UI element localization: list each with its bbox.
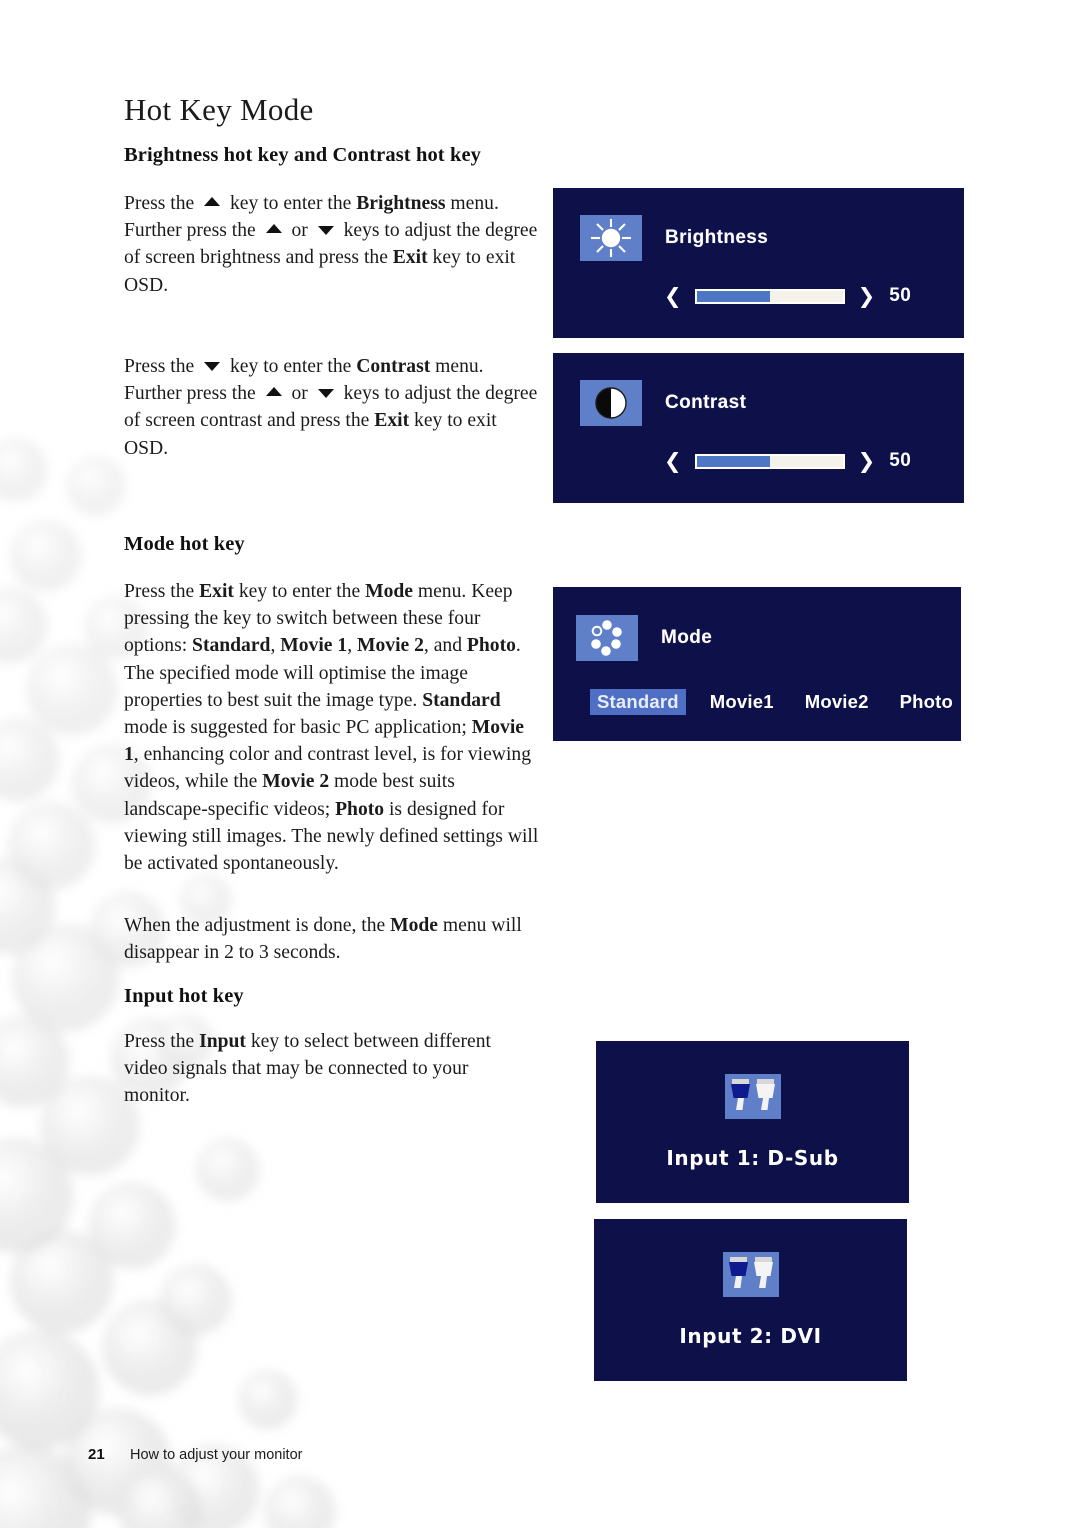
section-heading-input-hot-key: Input hot key [124, 985, 244, 1007]
slider-decrease-chevron-icon[interactable]: ❮ [664, 451, 682, 472]
page-title: Hot Key Mode [124, 92, 314, 127]
contrast-slider-fill [696, 455, 770, 467]
arrow-down-icon [317, 226, 334, 236]
video-connectors-icon [724, 1074, 781, 1119]
arrow-up-icon [204, 197, 221, 206]
mode-option-movie1[interactable]: Movie1 [703, 689, 781, 715]
mode-dots-icon [576, 615, 638, 661]
mode-option-photo[interactable]: Photo [893, 689, 960, 715]
osd-panel-mode: Mode Standard Movie1 Movie2 Photo [553, 587, 961, 741]
mode-option-movie2[interactable]: Movie2 [798, 689, 876, 715]
contrast-value: 50 [889, 450, 912, 471]
footer-chapter-title: How to adjust your monitor [130, 1447, 303, 1463]
osd-label-contrast: Contrast [665, 392, 747, 413]
video-connectors-icon [722, 1252, 779, 1297]
mode-option-standard[interactable]: Standard [590, 689, 686, 715]
osd-label-brightness: Brightness [665, 227, 769, 248]
arrow-up-icon [265, 387, 282, 397]
brightness-slider-fill [696, 290, 770, 302]
brightness-value: 50 [889, 285, 912, 306]
osd-label-mode: Mode [661, 627, 713, 648]
brightness-slider[interactable] [694, 288, 845, 304]
section-heading-brightness-contrast: Brightness hot key and Contrast hot key [124, 144, 481, 166]
slider-increase-chevron-icon[interactable]: ❯ [858, 451, 876, 472]
arrow-down-icon [317, 389, 334, 399]
document-page: Hot Key Mode Brightness hot key and Cont… [0, 0, 1080, 1528]
paragraph-brightness: Press the key to enter the Brightness me… [124, 193, 538, 296]
paragraph-mode-timeout: When the adjustment is done, the Mode me… [124, 915, 522, 964]
paragraph-input-description: Press the Input key to select between di… [124, 1031, 491, 1107]
slider-decrease-chevron-icon[interactable]: ❮ [664, 286, 682, 307]
arrow-down-icon [204, 362, 221, 371]
osd-panel-input-2: Input 2: DVI [594, 1219, 907, 1381]
input-2-caption: Input 2: DVI [679, 1324, 822, 1348]
footer-page-number: 21 [88, 1446, 105, 1463]
input-1-caption: Input 1: D-Sub [666, 1146, 839, 1170]
osd-panel-contrast: Contrast ❮ ❯ 50 [553, 353, 964, 503]
arrow-up-icon [265, 224, 282, 234]
contrast-slider[interactable] [694, 453, 845, 469]
mode-option-list: Standard Movie1 Movie2 Photo [590, 689, 961, 715]
osd-panel-input-1: Input 1: D-Sub [596, 1041, 909, 1203]
paragraph-mode-description: Press the Exit key to enter the Mode men… [124, 581, 539, 875]
paragraph-contrast: Press the key to enter the Contrast menu… [124, 356, 538, 459]
osd-panel-brightness: Brightness ❮ ❯ 50 [553, 188, 964, 338]
section-heading-mode-hot-key: Mode hot key [124, 533, 245, 555]
slider-increase-chevron-icon[interactable]: ❯ [858, 286, 876, 307]
sun-icon [580, 215, 642, 261]
contrast-circle-icon [580, 380, 642, 426]
page-footer: 21 How to adjust your monitor [88, 1446, 302, 1463]
